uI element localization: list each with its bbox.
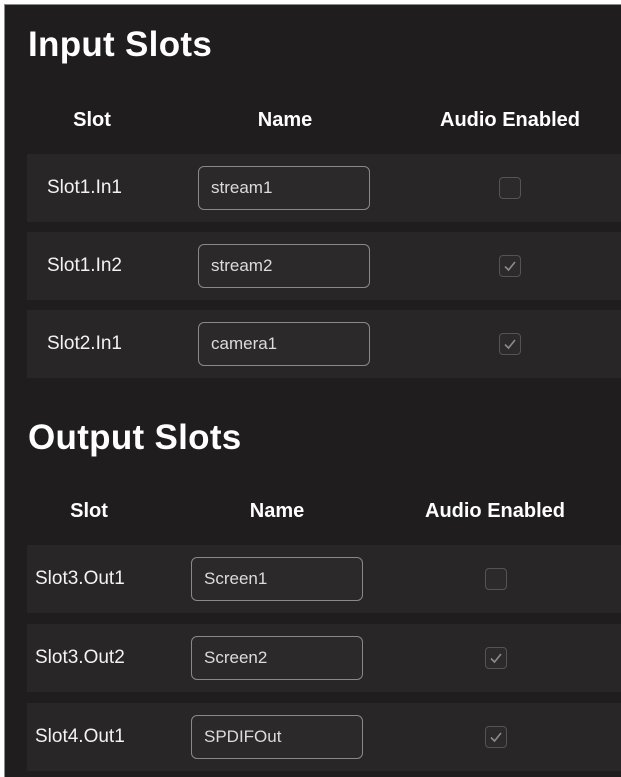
- checkmark-icon: [504, 339, 516, 350]
- input-audio-column-header: Audio Enabled: [440, 109, 580, 131]
- slot-name-input[interactable]: [191, 557, 363, 601]
- slot-name-input[interactable]: [198, 322, 370, 366]
- slot-label: Slot2.In1: [47, 333, 122, 354]
- slot-name-input[interactable]: [191, 715, 363, 759]
- input-slot-column-header: Slot: [73, 109, 111, 131]
- checkmark-icon: [490, 732, 502, 743]
- output-slots-section: Output Slots Slot Name Audio Enabled Slo…: [5, 385, 621, 777]
- audio-enabled-checkbox[interactable]: [499, 177, 521, 199]
- audio-enabled-checkbox[interactable]: [485, 647, 507, 669]
- output-slot-column-header: Slot: [70, 500, 108, 522]
- audio-enabled-checkbox[interactable]: [499, 333, 521, 355]
- input-name-column-header: Name: [257, 109, 313, 131]
- output-audio-column-header: Audio Enabled: [425, 500, 565, 522]
- input-slot-row: Slot1.In1: [27, 154, 621, 222]
- slot-name-input[interactable]: [191, 636, 363, 680]
- slot-name-input[interactable]: [198, 244, 370, 288]
- slot-label: Slot3.Out2: [35, 647, 125, 668]
- input-slot-row: Slot1.In2: [27, 232, 621, 300]
- output-slot-row: Slot4.Out1: [27, 703, 621, 771]
- input-slots-title: Input Slots: [28, 25, 213, 64]
- output-slots-title: Output Slots: [28, 418, 242, 457]
- audio-enabled-checkbox[interactable]: [485, 568, 507, 590]
- output-slot-row: Slot3.Out1: [27, 545, 621, 613]
- checkmark-icon: [504, 261, 516, 272]
- slot-label: Slot1.In1: [47, 177, 122, 198]
- slot-label: Slot4.Out1: [35, 726, 125, 747]
- audio-enabled-checkbox[interactable]: [499, 255, 521, 277]
- slot-label: Slot3.Out1: [35, 568, 125, 589]
- slot-label: Slot1.In2: [47, 255, 122, 276]
- audio-enabled-checkbox[interactable]: [485, 726, 507, 748]
- output-name-column-header: Name: [249, 500, 305, 522]
- checkmark-icon: [490, 653, 502, 664]
- slots-panel: Input Slots Slot Name Audio Enabled Slot…: [4, 4, 621, 777]
- output-slot-row: Slot3.Out2: [27, 624, 621, 692]
- input-slot-row: Slot2.In1: [27, 310, 621, 378]
- slot-name-input[interactable]: [198, 166, 370, 210]
- input-slots-section: Input Slots Slot Name Audio Enabled Slot…: [5, 5, 621, 385]
